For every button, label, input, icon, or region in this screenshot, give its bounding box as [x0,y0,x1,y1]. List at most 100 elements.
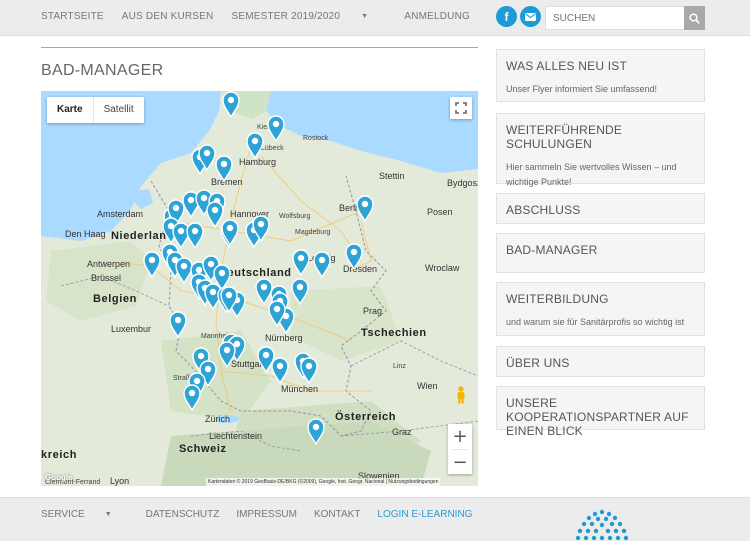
map-pin-marker-icon[interactable] [143,251,161,279]
map-label-posen: Posen [427,207,453,217]
map-pin-marker-icon[interactable] [345,243,363,271]
map-pin-marker-icon[interactable] [186,222,204,250]
brand-logo-icon [575,509,629,541]
sidebar-card-text: Hier sammeln Sie wertvolles Wissen – und… [506,162,677,187]
fullscreen-button[interactable] [450,97,472,119]
sidebar-card-abschluss[interactable]: ABSCHLUSS [496,193,705,224]
sidebar-card-title: ÜBER UNS [506,356,570,370]
map-label-graz: Graz [392,427,412,437]
sidebar-card-title: WAS ALLES NEU IST [506,59,627,73]
google-logo: Google [45,473,73,482]
search-button[interactable] [684,6,705,30]
footer-item-service[interactable]: SERVICE ▼ [41,509,129,520]
map-pin-marker-icon[interactable] [222,91,240,119]
nav-item-anmeldung[interactable]: ANMELDUNG [404,11,470,22]
sidebar-card-text: Unser Flyer informiert Sie umfassend! [506,84,658,94]
top-navigation-bar: STARTSEITE AUS DEN KURSEN SEMESTER 2019/… [0,0,750,36]
map-pin-marker-icon[interactable] [271,357,289,385]
map-pin-marker-icon[interactable] [215,155,233,183]
sidebar-card-title: BAD-MANAGER [506,243,598,257]
map-view[interactable]: Deutschland Niederlan Belgien Tschechien… [41,91,478,486]
map-label-antwerpen: Antwerpen [87,259,131,269]
chevron-down-icon: ▼ [104,511,112,518]
map-label-luebeck: Lübeck [261,145,284,152]
sidebar-card-title: WEITERBILDUNG [506,292,609,306]
title-divider [41,47,478,48]
map-pin-marker-icon[interactable] [183,384,201,412]
search-icon [689,12,700,24]
footer-item-service-label: SERVICE [41,509,85,520]
map-pin-marker-icon[interactable] [169,311,187,339]
map-label-liechtenstein: Liechtenstein [209,431,263,441]
email-icon[interactable] [520,6,541,27]
zoom-control: + − [448,424,472,474]
footer-item-datenschutz[interactable]: DATENSCHUTZ [146,509,220,520]
map-label-muenchen: München [281,384,319,394]
map-attribution[interactable]: Kartendaten © 2019 GeoBasis-DE/BKG (©200… [206,478,441,486]
map-label-amsterdam: Amsterdam [97,209,144,219]
sidebar-card-title: WEITERFÜHRENDE SCHULUNGEN [506,123,623,151]
street-view-pegman-icon[interactable] [455,386,467,404]
map-label-zuerich: Zürich [205,414,231,424]
sidebar-card-weiterbildung[interactable]: WEITERBILDUNG und warum sie für Sanitärp… [496,282,705,336]
sidebar-card-title: ABSCHLUSS [506,203,581,217]
footer-item-kontakt[interactable]: KONTAKT [314,509,360,520]
search-input[interactable] [545,6,685,30]
chevron-down-icon: ▼ [361,13,369,20]
map-label-tschechien: Tschechien [361,327,427,339]
map-label-luxemburg: Luxembur [111,324,152,334]
map-label-wroclaw: Wroclaw [425,263,460,273]
map-label-nuernberg: Nürnberg [265,333,303,343]
map-label-oesterreich: Österreich [335,411,397,423]
map-pin-marker-icon[interactable] [268,300,286,328]
map-type-control: Karte Satellit [47,97,144,123]
zoom-in-button[interactable]: + [448,424,472,449]
facebook-icon[interactable]: f [496,6,517,27]
map-label-lyon: Lyon [110,476,130,486]
map-label-stettin: Stettin [379,171,405,181]
map-pin-marker-icon[interactable] [291,278,309,306]
map-pin-marker-icon[interactable] [292,249,310,277]
map-pin-marker-icon[interactable] [221,219,239,247]
sidebar-card-title: UNSERE KOOPERATIONSPARTNER AUF EINEN BLI… [506,396,689,438]
main-nav: STARTSEITE AUS DEN KURSEN SEMESTER 2019/… [41,11,488,22]
map-label-belgien: Belgien [93,293,137,305]
map-pin-marker-icon[interactable] [220,286,238,314]
map-label-bydgoszcz: Bydgoszc [447,178,478,188]
map-label-magdeburg: Magdeburg [295,229,331,236]
page-title: BAD-MANAGER [41,62,164,79]
footer-nav: SERVICE ▼ DATENSCHUTZ IMPRESSUM KONTAKT L… [41,509,489,520]
nav-item-aus-den-kursen[interactable]: AUS DEN KURSEN [122,11,214,22]
map-pin-marker-icon[interactable] [313,251,331,279]
map-pin-marker-icon[interactable] [267,115,285,143]
map-label-prag: Prag [363,306,383,316]
map-label-wien: Wien [417,381,438,391]
zoom-out-button[interactable]: − [448,450,472,475]
map-pin-marker-icon[interactable] [356,195,374,223]
footer: SERVICE ▼ DATENSCHUTZ IMPRESSUM KONTAKT L… [0,497,750,541]
map-type-map-button[interactable]: Karte [47,97,94,123]
footer-item-impressum[interactable]: IMPRESSUM [236,509,297,520]
sidebar-card-schulungen[interactable]: WEITERFÜHRENDE SCHULUNGEN Hier sammeln S… [496,113,705,187]
footer-item-login-elearning[interactable]: LOGIN E-LEARNING [377,509,472,520]
map-pin-marker-icon[interactable] [307,418,325,446]
map-label-bruessel: Brüssel [91,273,122,283]
nav-item-semester-label: SEMESTER 2019/2020 [231,11,341,22]
map-pin-marker-icon[interactable] [218,341,236,369]
sidebar-card-neu[interactable]: WAS ALLES NEU IST Unser Flyer informiert… [496,49,705,102]
map-pin-marker-icon[interactable] [252,215,270,243]
map-type-satellite-button[interactable]: Satellit [94,97,144,123]
nav-item-startseite[interactable]: STARTSEITE [41,11,104,22]
map-label-niederlande: Niederlan [111,230,167,242]
map-pin-marker-icon[interactable] [198,144,216,172]
nav-item-semester[interactable]: SEMESTER 2019/2020 ▼ [231,11,386,22]
sidebar-card-kooperationspartner[interactable]: UNSERE KOOPERATIONSPARTNER AUF EINEN BLI… [496,386,705,438]
map-label-frankreich: kreich [41,449,78,461]
sidebar-card-ueber-uns[interactable]: ÜBER UNS [496,346,705,377]
map-label-den-haag: Den Haag [65,229,106,239]
map-label-linz: Linz [393,363,406,370]
map-pin-marker-icon[interactable] [300,357,318,385]
sidebar-card-bad-manager[interactable]: BAD-MANAGER [496,233,705,273]
sidebar-card-text: und warum sie für Sanitärprofis so wicht… [506,317,685,327]
map-pin-marker-icon[interactable] [246,132,264,160]
